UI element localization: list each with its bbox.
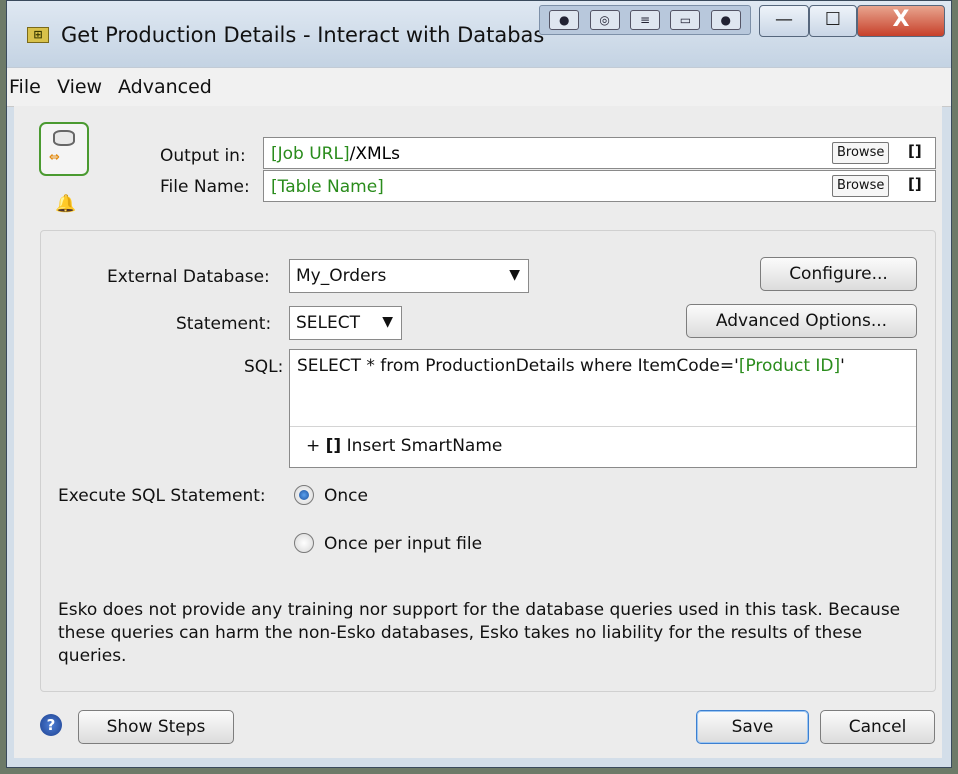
disclaimer-text: Esko does not provide any training nor s…: [58, 600, 901, 666]
maximize-button[interactable]: ☐: [809, 5, 857, 37]
file-name-smartname: [Table Name]: [271, 177, 384, 197]
output-in-suffix: /XMLs: [349, 144, 400, 164]
advanced-options-button[interactable]: Advanced Options...: [686, 304, 917, 338]
menu-view[interactable]: View: [57, 76, 102, 98]
plus-icon: +: [306, 436, 321, 456]
sql-suffix: ': [840, 356, 845, 376]
configure-button[interactable]: Configure...: [760, 257, 917, 291]
close-button[interactable]: X: [857, 5, 945, 37]
record-icon[interactable]: ●: [710, 10, 741, 30]
cancel-button[interactable]: Cancel: [820, 710, 935, 744]
smartname-file-name-button[interactable]: []: [908, 175, 922, 193]
app-logo-icon: ⊞: [27, 27, 49, 43]
smartname-output-button[interactable]: []: [908, 142, 922, 160]
sql-smartname: [Product ID]: [738, 356, 841, 376]
external-database-select[interactable]: My_Orders ▼: [289, 259, 529, 293]
taskbar-thumbnail-strip: ● ◎ ≡ ▭ ●: [539, 5, 751, 35]
gear-icon[interactable]: ◎: [589, 10, 620, 30]
file-name-label: File Name:: [160, 177, 250, 197]
radio-once[interactable]: [294, 485, 314, 505]
smartname-bracket-icon: []: [325, 436, 342, 456]
file-name-field[interactable]: [Table Name] Browse []: [263, 170, 936, 202]
window-title: Get Production Details - Interact with D…: [61, 23, 545, 47]
title-bar[interactable]: ⊞ Get Production Details - Interact with…: [7, 1, 951, 67]
divider: [290, 426, 916, 427]
statement-select[interactable]: SELECT ▼: [289, 306, 402, 340]
database-task-icon: ⇔: [39, 122, 89, 176]
radio-once-per-input-file[interactable]: [294, 533, 314, 553]
output-in-field[interactable]: [Job URL]/XMLs Browse []: [263, 137, 936, 169]
browse-output-button[interactable]: Browse: [832, 142, 890, 164]
help-icon[interactable]: ?: [40, 714, 62, 736]
browse-file-name-button[interactable]: Browse: [832, 175, 890, 197]
external-database-label: External Database:: [107, 267, 270, 287]
menu-advanced[interactable]: Advanced: [118, 76, 212, 98]
menu-bar: File View Advanced: [7, 67, 951, 107]
sort-icon[interactable]: ≡: [629, 10, 660, 30]
sql-label: SQL:: [244, 357, 284, 377]
insert-smartname-button[interactable]: + [] Insert SmartName: [306, 436, 502, 456]
dropdown-arrow-icon: ▼: [509, 267, 520, 283]
save-button[interactable]: Save: [696, 710, 809, 744]
window-icon[interactable]: ▭: [670, 10, 701, 30]
camera-icon[interactable]: ●: [549, 10, 580, 30]
output-in-label: Output in:: [160, 146, 246, 166]
output-in-smartname: [Job URL]: [271, 144, 350, 164]
execute-sql-label: Execute SQL Statement:: [58, 486, 266, 506]
menu-file[interactable]: File: [9, 76, 41, 98]
radio-once-label[interactable]: Once: [324, 486, 368, 506]
external-database-value: My_Orders: [296, 266, 387, 286]
radio-once-per-input-file-label[interactable]: Once per input file: [324, 534, 482, 554]
statement-value: SELECT: [296, 313, 360, 333]
sql-prefix: SELECT * from ProductionDetails where It…: [297, 356, 739, 376]
minimize-button[interactable]: —: [759, 5, 809, 37]
bell-icon[interactable]: 🔔: [55, 194, 76, 214]
show-steps-button[interactable]: Show Steps: [78, 710, 234, 744]
sql-textarea[interactable]: SELECT * from ProductionDetails where It…: [289, 349, 917, 468]
dropdown-arrow-icon: ▼: [382, 314, 393, 330]
statement-label: Statement:: [176, 314, 272, 334]
insert-smartname-label: Insert SmartName: [346, 436, 503, 456]
